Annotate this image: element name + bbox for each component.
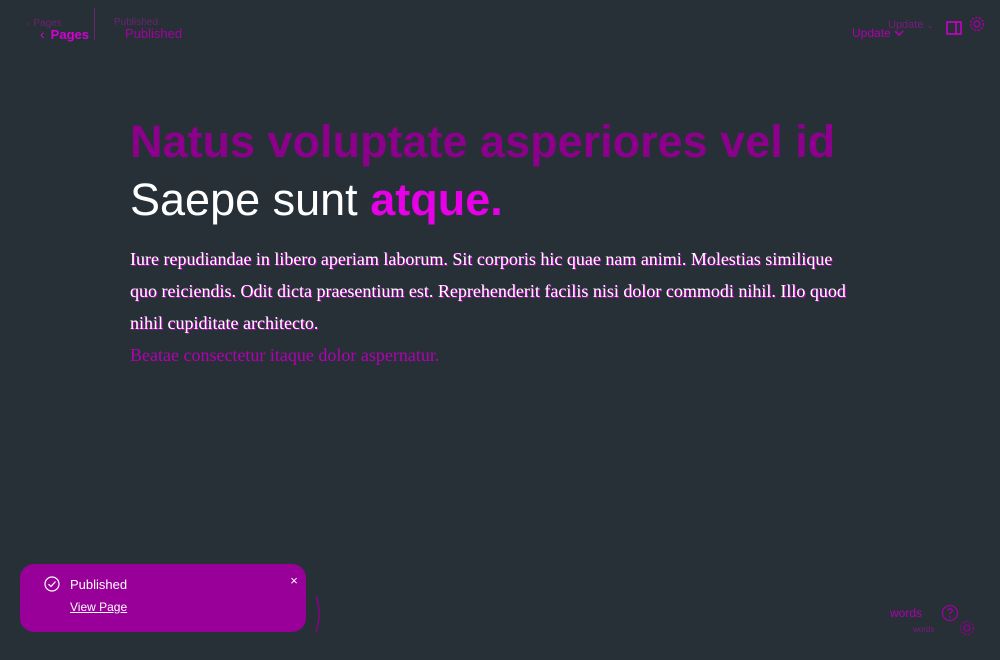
- toast-edge-decoration: [315, 595, 320, 633]
- chevron-down-icon: [894, 30, 904, 37]
- settings-gear-icon[interactable]: [958, 619, 976, 637]
- help-icon[interactable]: [941, 604, 959, 622]
- post-paragraph[interactable]: Iure repudiandae in libero aperiam labor…: [130, 243, 850, 339]
- post-title-overlay[interactable]: Saepe sunt atque.: [130, 172, 730, 228]
- update-button[interactable]: Update: [852, 26, 904, 40]
- back-to-pages-button[interactable]: ‹ Pages: [40, 26, 89, 42]
- header-divider: [94, 8, 95, 40]
- post-title-overlay-white: Saepe sunt: [130, 174, 358, 225]
- chevron-left-icon: ‹: [26, 17, 30, 29]
- sidebar-toggle-icon[interactable]: [946, 20, 962, 36]
- post-paragraph-ghost-tail: Beatae consectetur itaque dolor aspernat…: [130, 339, 890, 371]
- word-count-ghost: words: [913, 625, 935, 634]
- post-title-overlay-pink: atque.: [370, 174, 503, 225]
- check-circle-icon: [44, 576, 60, 592]
- chevron-down-icon: ⌄: [926, 19, 935, 30]
- word-count: words: [890, 606, 923, 620]
- update-button-label: Update: [852, 26, 891, 40]
- view-page-link[interactable]: View Page: [70, 600, 127, 614]
- back-to-pages-label: Pages: [50, 26, 89, 42]
- post-title[interactable]: Natus voluptate asperiores vel id: [130, 112, 890, 172]
- post-status: Published: [125, 26, 183, 41]
- published-toast: Published View Page ×: [20, 564, 306, 632]
- chevron-left-icon: ‹: [40, 26, 45, 42]
- toast-title: Published: [70, 577, 128, 592]
- close-icon[interactable]: ×: [287, 574, 301, 588]
- gear-icon[interactable]: [968, 15, 986, 33]
- post-paragraph-ghost-text: Beatae consectetur itaque dolor aspernat…: [130, 345, 440, 365]
